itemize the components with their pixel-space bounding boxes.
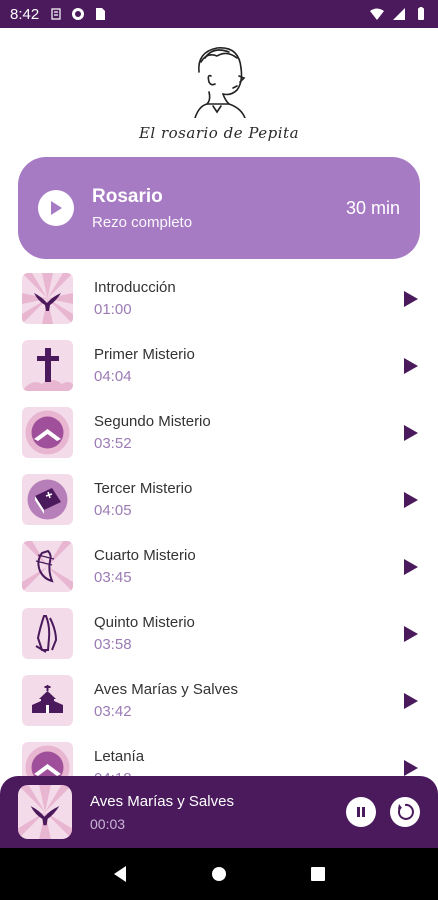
list-item[interactable]: Primer Misterio 04:04 bbox=[0, 332, 438, 399]
list-item[interactable]: Aves Marías y Salves 03:42 bbox=[0, 667, 438, 734]
list-item[interactable]: Tercer Misterio 04:05 bbox=[0, 466, 438, 533]
cross-icon bbox=[22, 340, 73, 391]
play-icon bbox=[51, 201, 62, 215]
dove-icon bbox=[18, 785, 72, 839]
hero-subtitle: Rezo completo bbox=[92, 213, 193, 231]
open-hands-icon bbox=[22, 407, 73, 458]
mini-player[interactable]: Aves Marías y Salves 00:03 bbox=[0, 776, 438, 848]
track-title: Primer Misterio bbox=[94, 346, 195, 363]
praying-hands-icon bbox=[22, 608, 73, 659]
portrait-logo-icon bbox=[194, 47, 246, 118]
hero-play-button[interactable] bbox=[38, 190, 74, 226]
pause-button[interactable] bbox=[346, 797, 376, 827]
back-icon[interactable] bbox=[112, 865, 128, 883]
play-icon[interactable] bbox=[402, 490, 420, 510]
rosario-card[interactable]: Rosario Rezo completo 30 min bbox=[18, 157, 420, 259]
brand-title: El rosario de Pepita bbox=[138, 124, 300, 142]
replay-button[interactable] bbox=[390, 797, 420, 827]
bible-icon bbox=[22, 474, 73, 525]
replay-icon bbox=[398, 803, 414, 820]
play-icon[interactable] bbox=[402, 758, 420, 778]
list-item[interactable]: Quinto Misterio 03:58 bbox=[0, 600, 438, 667]
track-thumbnail bbox=[22, 474, 73, 525]
sd-card-icon bbox=[96, 8, 106, 20]
notification-icon bbox=[51, 8, 61, 20]
track-duration: 01:00 bbox=[94, 301, 132, 318]
track-title: Aves Marías y Salves bbox=[94, 681, 238, 698]
track-thumbnail bbox=[22, 340, 73, 391]
play-icon[interactable] bbox=[402, 691, 420, 711]
list-item[interactable]: Cuarto Misterio 03:45 bbox=[0, 533, 438, 600]
battery-icon bbox=[418, 7, 424, 20]
recents-icon[interactable] bbox=[310, 866, 326, 882]
signal-icon bbox=[393, 8, 405, 20]
pause-icon bbox=[357, 807, 365, 817]
track-thumbnail bbox=[22, 541, 73, 592]
track-title: Quinto Misterio bbox=[94, 614, 195, 631]
player-elapsed: 00:03 bbox=[90, 815, 126, 832]
track-thumbnail bbox=[22, 273, 73, 324]
track-duration: 03:45 bbox=[94, 569, 132, 586]
play-icon[interactable] bbox=[402, 624, 420, 644]
list-item[interactable]: Segundo Misterio 03:52 bbox=[0, 399, 438, 466]
hero-duration: 30 min bbox=[345, 197, 400, 218]
dove-icon bbox=[22, 273, 73, 324]
hero-title: Rosario bbox=[92, 185, 163, 207]
track-thumbnail bbox=[22, 608, 73, 659]
play-icon[interactable] bbox=[402, 356, 420, 376]
track-title: Cuarto Misterio bbox=[94, 547, 196, 564]
track-thumbnail bbox=[22, 407, 73, 458]
track-duration: 04:05 bbox=[94, 502, 132, 519]
list-item[interactable]: Introducción 01:00 bbox=[0, 265, 438, 332]
church-icon bbox=[22, 675, 73, 726]
track-title: Letanía bbox=[94, 748, 145, 765]
app-icon bbox=[72, 8, 85, 20]
crown-of-thorns-icon bbox=[22, 541, 73, 592]
app-header: El rosario de Pepita bbox=[0, 28, 438, 156]
track-title: Tercer Misterio bbox=[94, 480, 193, 497]
play-icon[interactable] bbox=[402, 423, 420, 443]
player-thumbnail bbox=[18, 785, 72, 839]
track-duration: 04:04 bbox=[94, 368, 132, 385]
track-list: Introducción 01:00 Primer Misterio 04:04 bbox=[0, 265, 438, 801]
track-duration: 03:42 bbox=[94, 703, 132, 720]
track-duration: 03:52 bbox=[94, 435, 132, 452]
play-icon[interactable] bbox=[402, 289, 420, 309]
home-icon[interactable] bbox=[211, 866, 227, 882]
player-track-title: Aves Marías y Salves bbox=[90, 792, 234, 810]
status-bar: 8:42 bbox=[0, 0, 438, 28]
status-right-icons bbox=[370, 7, 428, 21]
track-duration: 03:58 bbox=[94, 636, 132, 653]
track-title: Introducción bbox=[94, 279, 176, 296]
play-icon[interactable] bbox=[402, 557, 420, 577]
system-nav-bar bbox=[0, 848, 438, 900]
track-thumbnail bbox=[22, 675, 73, 726]
status-left-icons bbox=[49, 7, 107, 21]
wifi-icon bbox=[370, 8, 384, 20]
track-title: Segundo Misterio bbox=[94, 413, 211, 430]
status-time: 8:42 bbox=[10, 5, 40, 23]
